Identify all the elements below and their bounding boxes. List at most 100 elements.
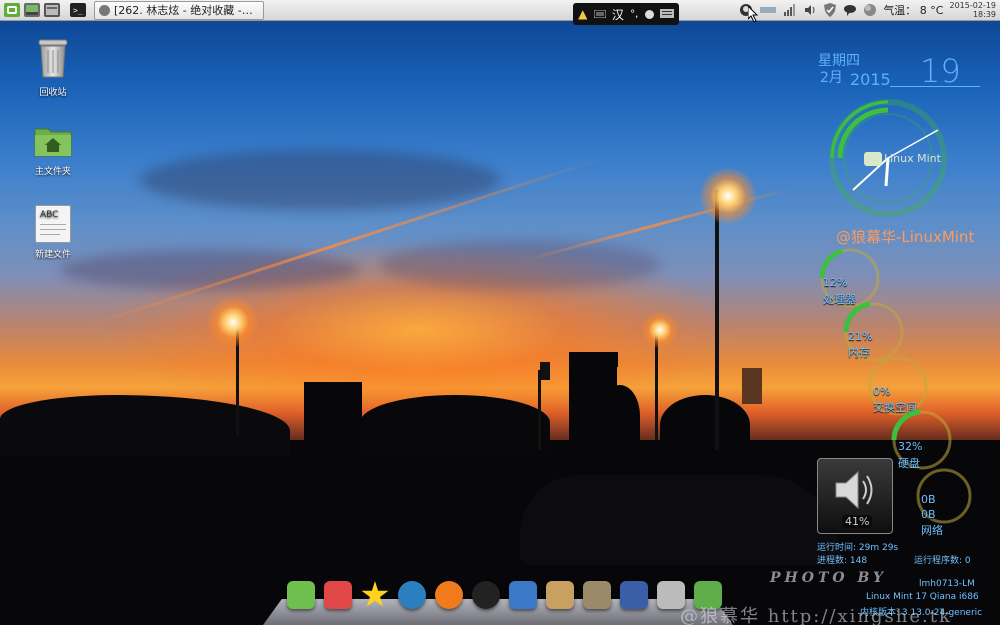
network-down: 0B: [921, 493, 936, 506]
cloud: [380, 240, 660, 290]
desktop-icon-label: 主文件夹: [34, 167, 71, 177]
volume-percent: 41%: [842, 515, 873, 528]
building-silhouette: [586, 352, 618, 367]
terminal-icon[interactable]: >_: [70, 3, 86, 17]
street-light-glow: [700, 168, 756, 224]
update-shield-icon[interactable]: [823, 3, 837, 17]
billboard: [742, 368, 762, 404]
desktop-icon-new-file[interactable]: ABC 新建文件: [18, 205, 88, 260]
mail-icon: [324, 581, 352, 609]
desktop-icon: [287, 581, 315, 609]
mouse-cursor: [747, 4, 760, 26]
ime-punct-toggle[interactable]: °,: [630, 9, 638, 20]
preview-icon: [620, 581, 648, 609]
desktop-icon-label: 新建文件: [34, 250, 71, 260]
date-widget: 星期四 2月 2015 19: [810, 48, 980, 93]
trees-silhouette: [360, 395, 550, 450]
hostname: lmh0713-LM: [919, 579, 975, 589]
amazon-launcher[interactable]: [470, 579, 502, 611]
disk-percent: 32%: [898, 440, 923, 453]
user-signature: @狼幕华-LinuxMint: [836, 228, 975, 246]
speaker-icon: [832, 467, 878, 517]
clock-date: 2015-02-19: [949, 1, 997, 10]
ime-fullwidth-icon[interactable]: [644, 9, 654, 19]
date-underline: [890, 86, 980, 87]
soft-keyboard-icon[interactable]: [593, 7, 607, 21]
desktop-icon-home[interactable]: 主文件夹: [18, 125, 88, 177]
weather-temperature[interactable]: 气温： 8 °C: [883, 2, 943, 18]
analog-clock-widget: Linux Mint: [828, 98, 948, 218]
star-launcher[interactable]: [359, 579, 391, 611]
dock: [263, 577, 733, 625]
memory-percent: 21%: [848, 330, 873, 343]
package-launcher[interactable]: [544, 579, 576, 611]
clock-time: 18:39: [972, 10, 996, 19]
uptime-text: 运行时间: 29m 29s: [817, 543, 899, 553]
taskbar-window-title: [262. 林志炫 - 绝对收藏 -…: [114, 4, 253, 17]
preview-launcher[interactable]: [618, 579, 650, 611]
show-desktop-icon[interactable]: [24, 3, 40, 17]
date-month: 2月: [820, 70, 843, 86]
swap-percent: 0%: [873, 385, 891, 398]
network-up: 0B: [921, 508, 936, 521]
panel-clock[interactable]: 2015-02-19 18:39: [950, 1, 997, 19]
process-count: 进程数: 148: [817, 556, 868, 566]
photo-credit: PHOTO BY: [770, 570, 888, 586]
timeshift-icon: [398, 581, 426, 609]
network-signal-icon[interactable]: [783, 3, 797, 17]
network-label: 网络: [921, 524, 943, 537]
clock-logo-text: Linux Mint: [884, 152, 941, 165]
trash-icon: [18, 38, 88, 81]
music-player-icon: [99, 4, 110, 16]
svg-text:>_: >_: [73, 6, 83, 15]
trees-silhouette: [600, 385, 640, 447]
building-silhouette: [304, 382, 362, 452]
home-folder-icon: [18, 125, 88, 160]
gimp-launcher[interactable]: [581, 579, 613, 611]
top-panel: >_ [262. 林志炫 - 绝对收藏 -… 气温： 8 °C 2015-02-…: [0, 0, 1000, 21]
html5-icon: [509, 581, 537, 609]
chat-icon[interactable]: [843, 3, 857, 17]
volume-widget[interactable]: 41%: [817, 458, 893, 534]
traffic-light: [540, 362, 550, 380]
date-day: 19: [920, 52, 961, 90]
firefox-launcher[interactable]: [433, 579, 465, 611]
amazon-icon: [472, 581, 500, 609]
ime-mode-toggle[interactable]: 汉: [612, 6, 624, 23]
running-programs: 运行程序数: 0: [914, 556, 971, 566]
desktop-launcher[interactable]: [285, 579, 317, 611]
cloud: [140, 150, 500, 210]
desktop-icon-label: 回收站: [39, 88, 67, 98]
star-icon: [361, 581, 389, 607]
gimp-icon: [583, 581, 611, 609]
distro-info: Linux Mint 17 Qiana i686: [866, 592, 979, 602]
html5-launcher[interactable]: [507, 579, 539, 611]
watermark-text: @狼慕华 http://xingshe.tk: [680, 606, 952, 625]
mint-menu-icon[interactable]: [4, 3, 20, 17]
timeshift-launcher[interactable]: [396, 579, 428, 611]
cpu-percent: 12%: [823, 276, 848, 289]
firefox-icon: [435, 581, 463, 609]
trees-silhouette: [0, 395, 290, 455]
car-silhouette: [520, 475, 840, 565]
file-manager-icon[interactable]: [44, 3, 60, 17]
desktop: >_ [262. 林志炫 - 绝对收藏 -… 气温： 8 °C 2015-02-…: [0, 0, 1000, 625]
taskbar-window-button[interactable]: [262. 林志炫 - 绝对收藏 -…: [94, 0, 264, 20]
desktop-icon-trash[interactable]: 回收站: [18, 38, 88, 98]
weather-icon[interactable]: [863, 3, 877, 17]
street-light-glow: [208, 297, 258, 347]
mint-logo-icon: [864, 152, 882, 166]
file-icon-text: ABC: [40, 210, 59, 220]
keyboard-layout-icon[interactable]: [759, 3, 777, 17]
package-icon: [546, 581, 574, 609]
volume-icon[interactable]: [803, 3, 817, 17]
lamp-post: [715, 190, 719, 450]
ime-logo-icon[interactable]: ▲: [578, 7, 587, 21]
traffic-light-pole: [538, 370, 541, 450]
input-method-bar: ▲ 汉 °,: [573, 3, 679, 25]
trees-silhouette: [660, 395, 750, 455]
system-tray: 气温： 8 °C 2015-02-19 18:39: [739, 0, 1000, 20]
mail-launcher[interactable]: [322, 579, 354, 611]
ime-keyboard-icon[interactable]: [659, 7, 674, 21]
date-year: 2015: [850, 70, 891, 89]
